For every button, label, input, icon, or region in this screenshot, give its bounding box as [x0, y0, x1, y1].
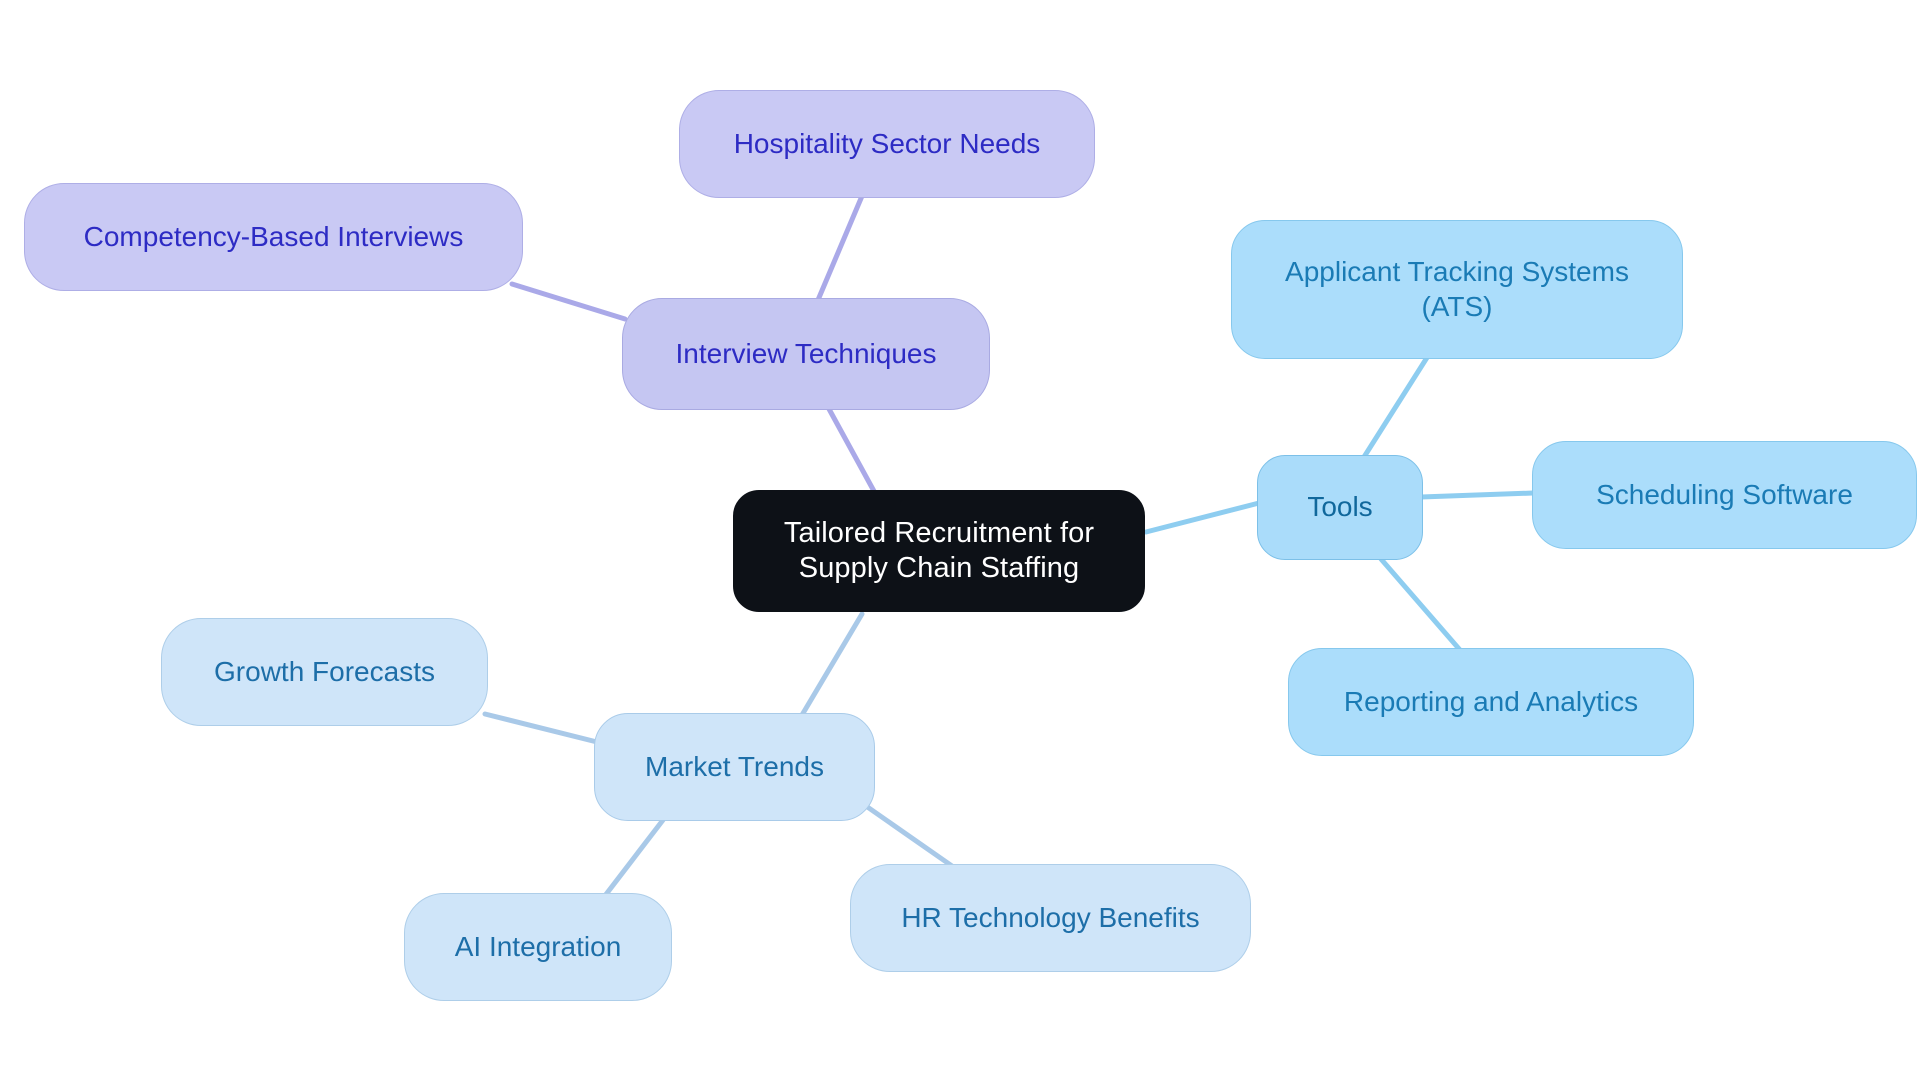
edge-interview-hospitality: [815, 193, 865, 303]
node-growth-forecasts-label: Growth Forecasts: [214, 655, 435, 687]
node-growth-forecasts[interactable]: Growth Forecasts: [161, 618, 488, 726]
edge-market-hr: [863, 803, 955, 869]
edge-tools-scheduling: [1418, 490, 1536, 500]
node-ai-integration[interactable]: AI Integration: [404, 893, 672, 1001]
node-root-label: Tailored Recruitment for Supply Chain St…: [783, 516, 1095, 584]
node-root[interactable]: Tailored Recruitment for Supply Chain St…: [733, 490, 1145, 612]
edge-tools-ats: [1361, 353, 1431, 460]
node-tools-label: Tools: [1307, 491, 1373, 523]
node-competency-based-interviews-label: Competency-Based Interviews: [83, 220, 464, 252]
edge-root-interview: [820, 395, 884, 507]
node-reporting-and-analytics-label: Reporting and Analytics: [1343, 685, 1639, 717]
node-hr-technology-benefits-label: HR Technology Benefits: [901, 901, 1200, 933]
mindmap-canvas: Tailored Recruitment for Supply Chain St…: [0, 0, 1920, 1083]
node-hr-technology-benefits[interactable]: HR Technology Benefits: [850, 864, 1251, 972]
node-reporting-and-analytics[interactable]: Reporting and Analytics: [1288, 648, 1694, 756]
node-ai-integration-label: AI Integration: [454, 930, 622, 962]
edge-tools-reporting: [1378, 556, 1463, 653]
edge-market-growth: [482, 711, 600, 745]
node-interview-techniques-label: Interview Techniques: [675, 337, 937, 369]
node-competency-based-interviews[interactable]: Competency-Based Interviews: [24, 183, 523, 291]
node-scheduling-software-label: Scheduling Software: [1596, 478, 1853, 510]
edge-root-tools: [1143, 500, 1262, 535]
node-applicant-tracking-systems-label: Applicant Tracking Systems (ATS): [1285, 256, 1629, 322]
edge-market-ai: [601, 817, 666, 900]
node-interview-techniques[interactable]: Interview Techniques: [622, 298, 990, 410]
edge-interview-competency: [509, 281, 628, 322]
node-tools[interactable]: Tools: [1257, 455, 1423, 560]
node-applicant-tracking-systems[interactable]: Applicant Tracking Systems (ATS): [1231, 220, 1683, 359]
node-hospitality-sector-needs-label: Hospitality Sector Needs: [733, 127, 1041, 159]
node-market-trends[interactable]: Market Trends: [594, 713, 875, 821]
node-hospitality-sector-needs[interactable]: Hospitality Sector Needs: [679, 90, 1095, 198]
node-market-trends-label: Market Trends: [645, 750, 824, 782]
node-scheduling-software[interactable]: Scheduling Software: [1532, 441, 1917, 549]
edge-root-market: [799, 611, 865, 718]
